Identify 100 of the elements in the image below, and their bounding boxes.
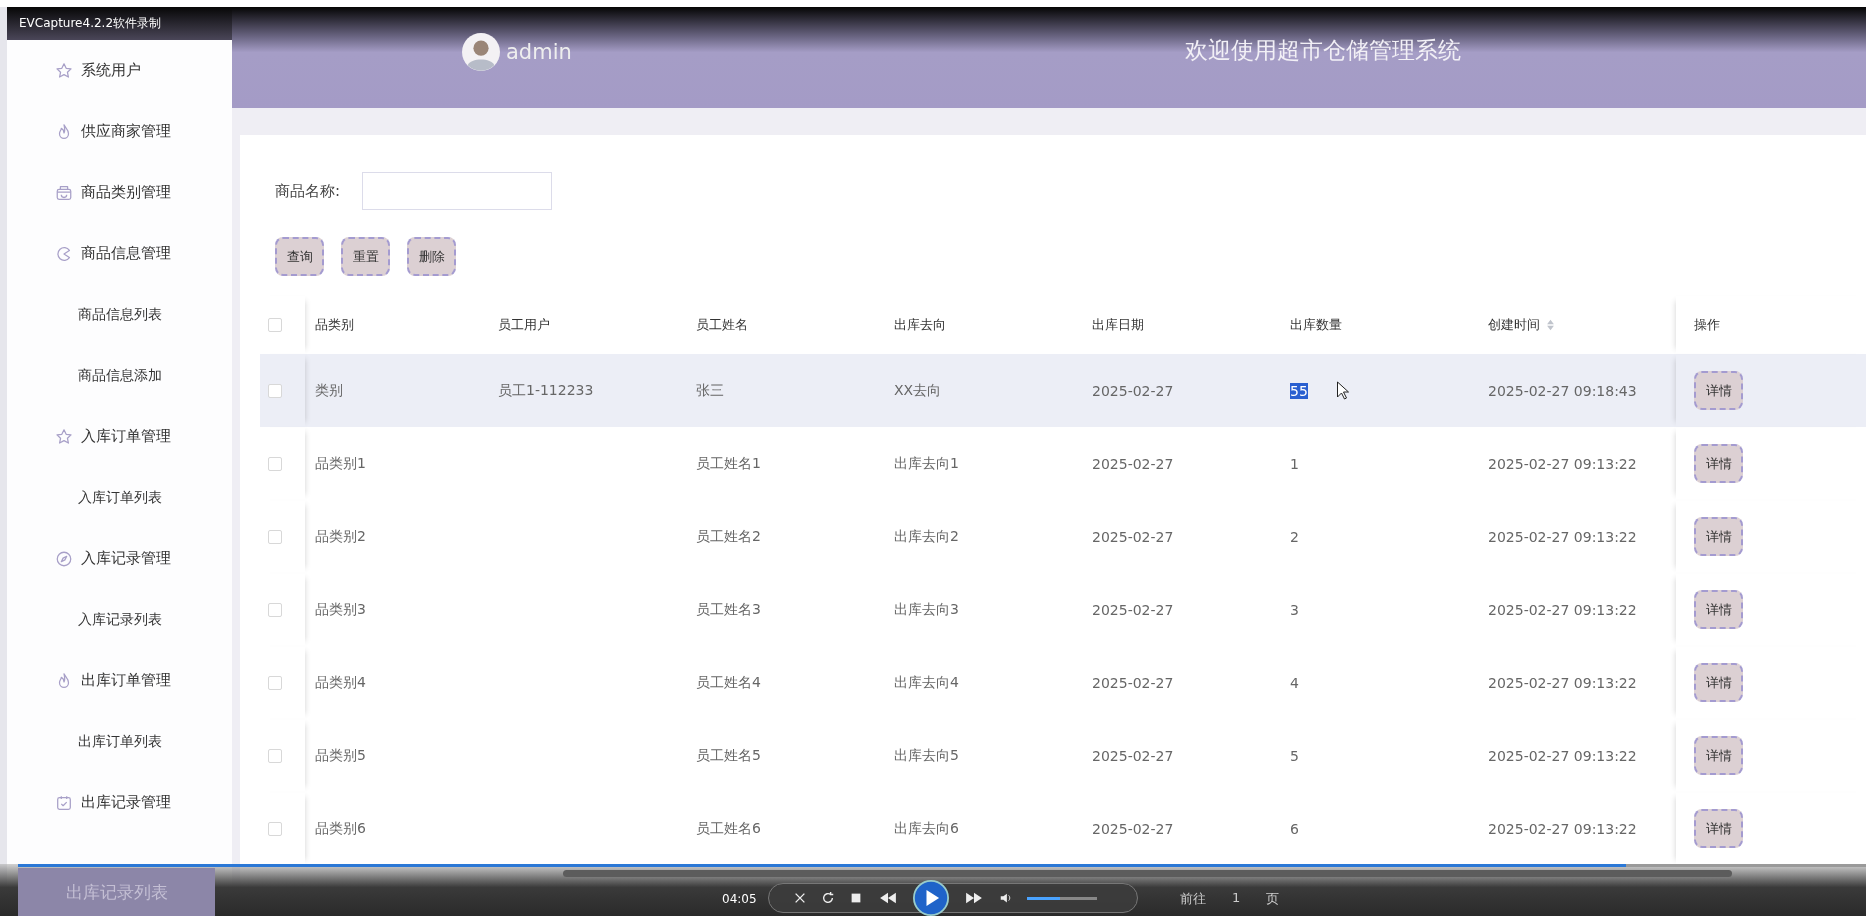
menu-item[interactable]: 入库记录列表 bbox=[7, 589, 232, 650]
details-button[interactable]: 详情 bbox=[1694, 444, 1743, 483]
menu-item[interactable]: 出库订单管理 bbox=[7, 650, 232, 711]
table-cell: 出库去向5 bbox=[894, 746, 959, 765]
star-icon bbox=[55, 427, 73, 446]
checkbox[interactable] bbox=[268, 748, 282, 763]
table-cell: 类别 bbox=[315, 381, 343, 400]
table-cell: 品类别4 bbox=[315, 673, 366, 692]
details-button[interactable]: 详情 bbox=[1694, 371, 1743, 410]
goto-label: 前往 bbox=[1180, 890, 1206, 908]
refresh-icon[interactable] bbox=[821, 891, 835, 905]
table-cell: 2025-02-27 09:13:22 bbox=[1488, 455, 1637, 472]
table-cell: 员工姓名6 bbox=[696, 819, 761, 838]
table-cell: 2025-02-27 bbox=[1092, 528, 1174, 545]
checkbox[interactable] bbox=[268, 318, 282, 332]
table-cell: 出库去向6 bbox=[894, 819, 959, 838]
sort-icon[interactable] bbox=[1546, 319, 1555, 331]
column-header: 员工姓名 bbox=[696, 316, 748, 334]
table-cell: 员工1-112233 bbox=[498, 381, 594, 400]
table-cell: 2025-02-27 bbox=[1092, 674, 1174, 691]
table-cell: 品类别6 bbox=[315, 819, 366, 838]
table-cell: 2025-02-27 bbox=[1092, 455, 1174, 472]
table-cell: 3 bbox=[1290, 601, 1299, 618]
play-icon[interactable] bbox=[913, 880, 949, 916]
table-cell: 5 bbox=[1290, 747, 1299, 764]
checkbox[interactable] bbox=[268, 675, 282, 690]
volume-icon[interactable] bbox=[999, 891, 1013, 905]
checkbox[interactable] bbox=[268, 529, 282, 544]
checkbox[interactable] bbox=[268, 821, 282, 836]
details-button[interactable]: 详情 bbox=[1694, 663, 1743, 702]
menu-item[interactable]: 入库订单列表 bbox=[7, 467, 232, 528]
table-cell: XX去向 bbox=[894, 381, 942, 400]
checkbox[interactable] bbox=[268, 602, 282, 617]
table-cell: 出库去向1 bbox=[894, 454, 959, 473]
menu-item[interactable]: 商品信息列表 bbox=[7, 284, 232, 345]
user-name: admin bbox=[506, 39, 572, 64]
table-cell: 2 bbox=[1290, 528, 1299, 545]
avatar bbox=[462, 32, 500, 71]
field-label: 商品名称: bbox=[275, 181, 341, 201]
table-cell: 品类别3 bbox=[315, 600, 366, 619]
table-cell: 2025-02-27 bbox=[1092, 747, 1174, 764]
table-cell: 2025-02-27 09:13:22 bbox=[1488, 528, 1637, 545]
details-button[interactable]: 详情 bbox=[1694, 590, 1743, 629]
menu-item[interactable]: 供应商家管理 bbox=[7, 101, 232, 162]
compass-icon bbox=[55, 549, 73, 568]
table-cell: 员工姓名5 bbox=[696, 746, 761, 765]
stop-icon[interactable] bbox=[849, 891, 863, 905]
action-button[interactable]: 删除 bbox=[407, 237, 456, 276]
column-header: 出库数量 bbox=[1290, 316, 1342, 334]
table-cell: 2025-02-27 09:13:22 bbox=[1488, 674, 1637, 691]
volume-slider[interactable] bbox=[1027, 896, 1097, 900]
menu-item[interactable]: 入库订单管理 bbox=[7, 406, 232, 467]
calendar-icon bbox=[55, 793, 73, 812]
table-cell: 2025-02-27 09:13:22 bbox=[1488, 601, 1637, 618]
input-field[interactable] bbox=[362, 172, 553, 210]
page-label: 页 bbox=[1266, 890, 1280, 908]
table-cell: 张三 bbox=[696, 381, 724, 400]
page-input[interactable]: 1 bbox=[1232, 890, 1241, 908]
time-label: 04:05 bbox=[722, 892, 757, 906]
menu-item[interactable]: 出库记录管理 bbox=[7, 772, 232, 833]
menu-item[interactable]: 商品类别管理 bbox=[7, 162, 232, 223]
menu-item[interactable]: 系统用户 bbox=[7, 40, 232, 101]
menu-item[interactable]: 入库记录管理 bbox=[7, 528, 232, 589]
basket-icon bbox=[55, 183, 73, 202]
table-cell: 4 bbox=[1290, 674, 1299, 691]
action-button[interactable]: 查询 bbox=[275, 237, 324, 276]
column-header: 创建时间 bbox=[1488, 316, 1540, 334]
menu-item[interactable]: 商品信息添加 bbox=[7, 345, 232, 406]
table-cell: 出库去向4 bbox=[894, 673, 959, 692]
table-cell: 2025-02-27 bbox=[1092, 382, 1174, 399]
table-cell: 员工姓名1 bbox=[696, 454, 761, 473]
menu-item[interactable]: 商品信息管理 bbox=[7, 223, 232, 284]
table-cell: 6 bbox=[1290, 820, 1299, 837]
checkbox[interactable] bbox=[268, 456, 282, 471]
table-cell: 员工姓名3 bbox=[696, 600, 761, 619]
table-cell: 品类别1 bbox=[315, 454, 366, 473]
table-cell: 2025-02-27 bbox=[1092, 820, 1174, 837]
action-button[interactable]: 重置 bbox=[341, 237, 390, 276]
table-cell: 品类别2 bbox=[315, 527, 366, 546]
checkbox[interactable] bbox=[268, 383, 282, 398]
column-header: 出库去向 bbox=[894, 316, 946, 334]
table-cell: 员工姓名2 bbox=[696, 527, 761, 546]
details-button[interactable]: 详情 bbox=[1694, 736, 1743, 775]
page-title: 欢迎使用超市仓储管理系统 bbox=[1185, 36, 1461, 65]
table-cell: 2025-02-27 09:13:22 bbox=[1488, 747, 1637, 764]
recorder-title: EVCapture4.2.2软件录制 bbox=[7, 7, 232, 40]
table-cell: 出库去向2 bbox=[894, 527, 959, 546]
star-icon bbox=[55, 61, 73, 80]
progress-bar[interactable] bbox=[18, 864, 1866, 867]
menu-item[interactable]: 出库订单列表 bbox=[7, 711, 232, 772]
details-button[interactable]: 详情 bbox=[1694, 517, 1743, 556]
column-header: 操作 bbox=[1694, 316, 1720, 334]
table-cell: 2025-02-27 09:18:43 bbox=[1488, 382, 1637, 399]
column-header: 出库日期 bbox=[1092, 316, 1144, 334]
table-cell: 2025-02-27 bbox=[1092, 601, 1174, 618]
table-cell: 1 bbox=[1290, 455, 1299, 472]
column-header: 品类别 bbox=[315, 316, 354, 334]
table-cell: 品类别5 bbox=[315, 746, 366, 765]
details-button[interactable]: 详情 bbox=[1694, 809, 1743, 848]
scrollbar[interactable] bbox=[563, 870, 1732, 877]
